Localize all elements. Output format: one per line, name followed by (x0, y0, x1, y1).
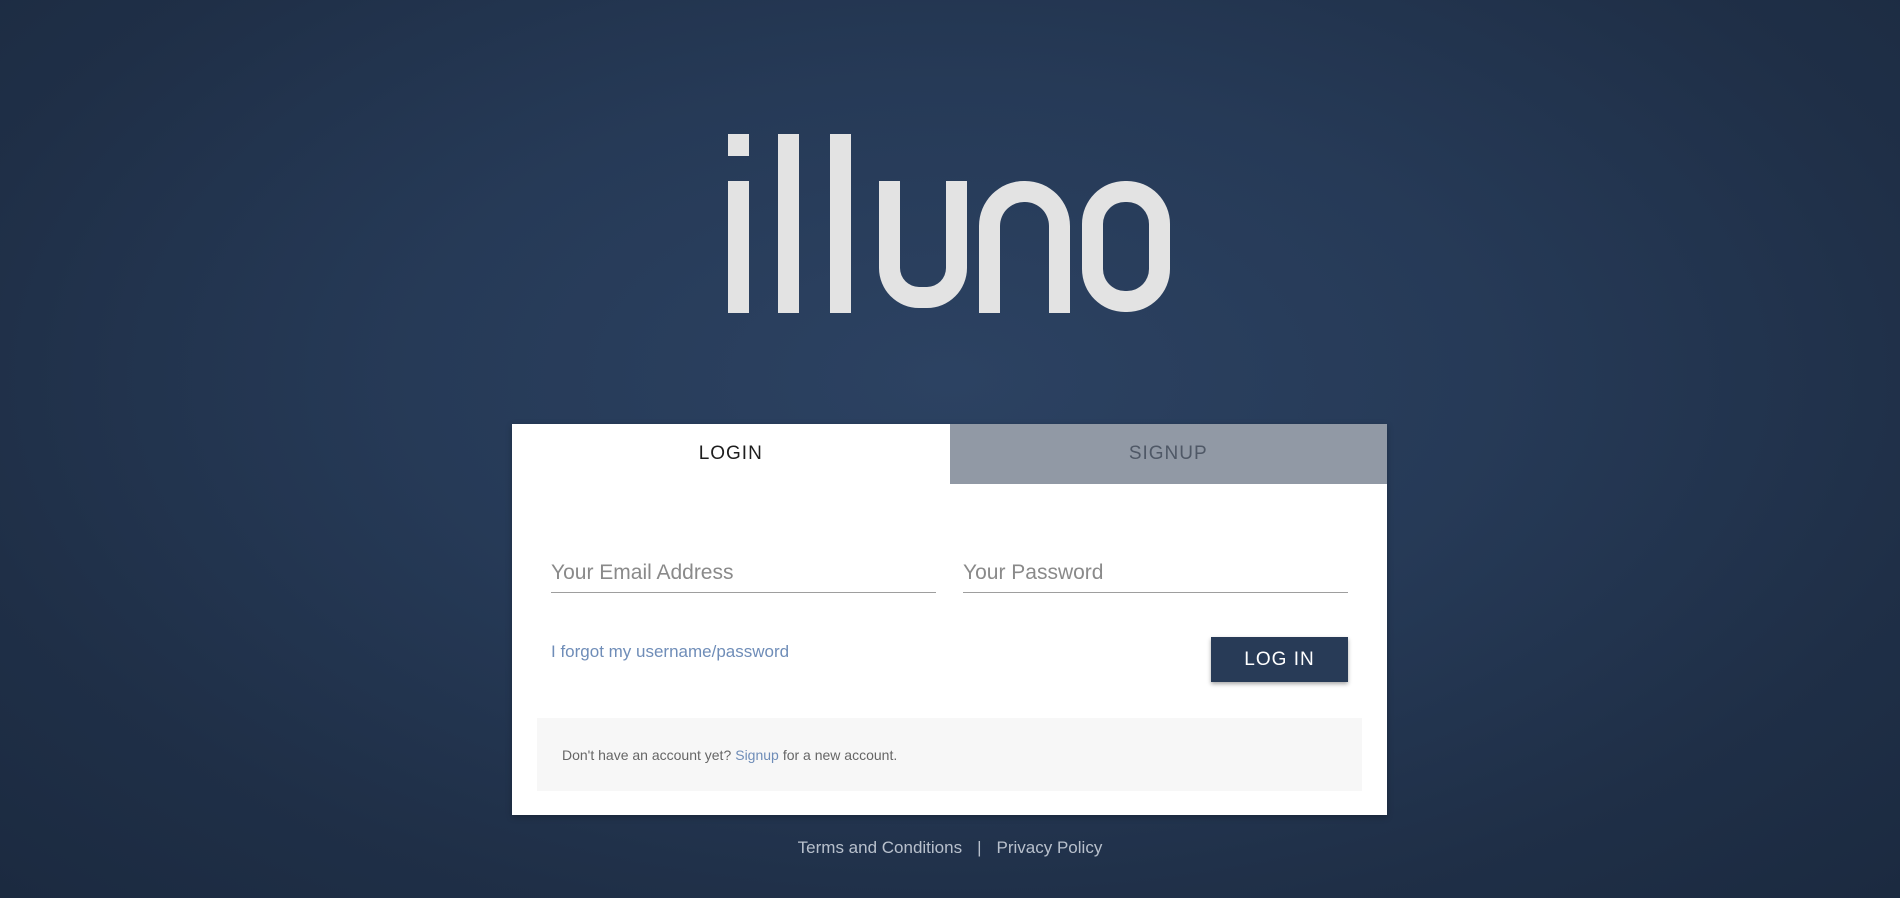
privacy-link[interactable]: Privacy Policy (997, 838, 1103, 858)
auth-tabs: LOGIN SIGNUP (512, 424, 1387, 484)
illuno-logo (728, 134, 1170, 313)
auth-card: LOGIN SIGNUP I forgot my username/passwo… (512, 424, 1387, 815)
terms-link[interactable]: Terms and Conditions (798, 838, 962, 858)
signup-prompt: Don't have an account yet? Signup for a … (537, 718, 1362, 791)
footer-separator: | (977, 838, 982, 857)
forgot-password-link[interactable]: I forgot my username/password (551, 642, 789, 662)
signup-prompt-text-after: for a new account. (782, 746, 898, 763)
footer: Terms and Conditions | Privacy Policy (0, 838, 1900, 858)
tab-login[interactable]: LOGIN (512, 424, 950, 484)
login-button[interactable]: LOG IN (1211, 637, 1348, 682)
signup-link[interactable]: Signup (735, 747, 779, 763)
tab-signup[interactable]: SIGNUP (949, 424, 1387, 484)
password-field[interactable] (963, 555, 1348, 593)
signup-prompt-text-before: Don't have an account yet? (562, 746, 732, 763)
login-fields (551, 555, 1348, 593)
email-field[interactable] (551, 555, 936, 593)
